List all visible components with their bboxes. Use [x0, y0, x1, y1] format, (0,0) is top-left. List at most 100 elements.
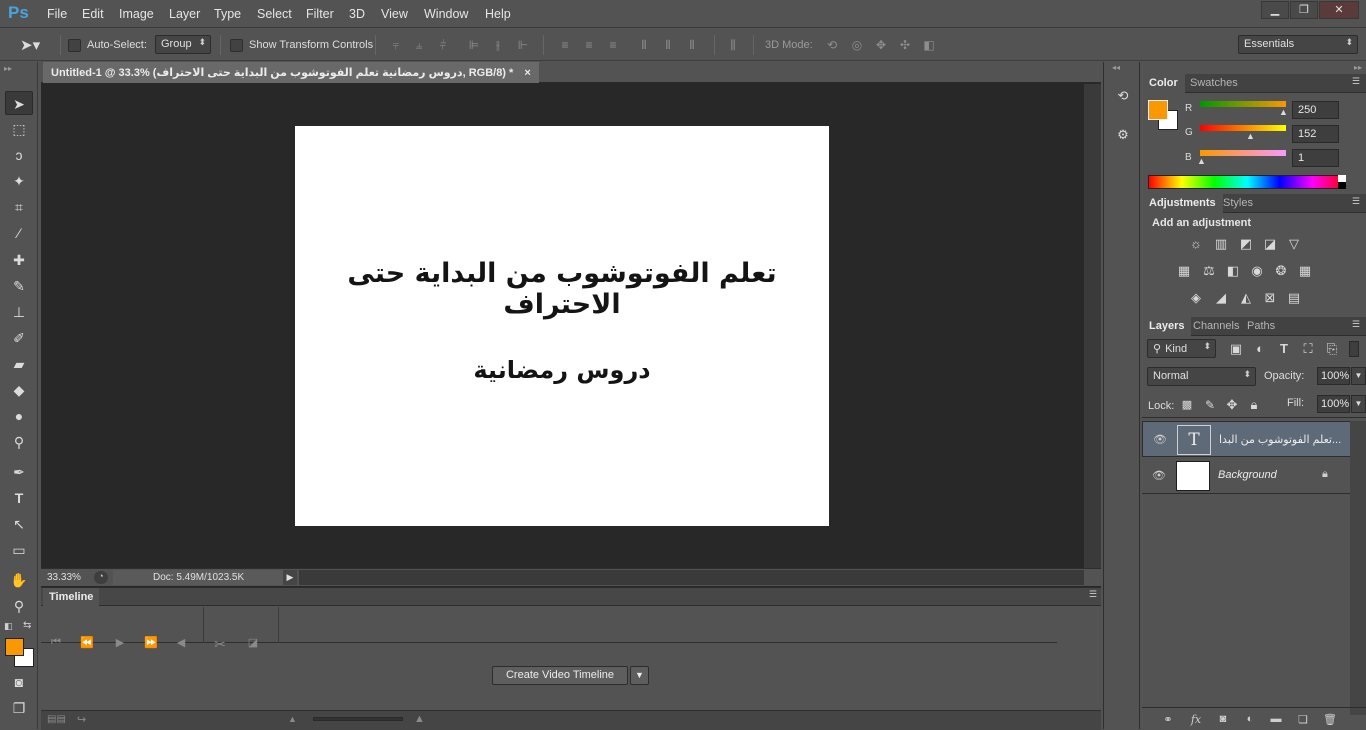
b-value-field[interactable]: 1	[1292, 149, 1339, 167]
new-group-icon[interactable]: ▬	[1268, 713, 1284, 727]
g-channel-slider[interactable]	[1200, 125, 1286, 131]
menu-3d[interactable]: 3D	[349, 7, 365, 21]
align-horizontal-center-icon[interactable]: ⫲	[491, 38, 505, 52]
auto-select-checkbox[interactable]	[68, 39, 81, 52]
dodge-tool-icon[interactable]: ⚲	[5, 430, 33, 454]
history-brush-tool-icon[interactable]: ✐	[5, 326, 33, 350]
toolbar-collapse-icon[interactable]: ▸▸	[4, 64, 34, 73]
3d-roll-icon[interactable]: ◎	[850, 38, 864, 52]
layer-row-text[interactable]: 👁︎ T تعلم الفوتوشوب من البدا...	[1142, 421, 1352, 457]
panel-menu-icon[interactable]: ☰	[1089, 589, 1097, 600]
distribute-bottom-icon[interactable]: ≡	[606, 38, 620, 52]
workspace-dropdown[interactable]: Essentials ⬍	[1238, 35, 1358, 54]
menu-edit[interactable]: Edit	[82, 7, 104, 21]
play-icon[interactable]: ▶	[111, 636, 129, 652]
align-right-icon[interactable]: ⊩	[516, 38, 530, 52]
tab-paths[interactable]: Paths	[1240, 317, 1282, 336]
properties-panel-icon[interactable]: ⚙	[1113, 127, 1133, 147]
gradient-map-icon[interactable]: ▤	[1286, 290, 1302, 306]
filter-toggle-switch[interactable]	[1349, 341, 1359, 357]
crop-tool-icon[interactable]: ⌗	[5, 195, 33, 219]
move-tool-icon[interactable]: ➤	[5, 91, 33, 115]
frame-animation-icon[interactable]: ▤▤	[47, 714, 66, 725]
align-bottom-icon[interactable]: ⫩	[436, 38, 450, 52]
hand-tool-icon[interactable]: ✋	[5, 568, 33, 592]
link-layers-icon[interactable]: ⚭	[1160, 713, 1176, 727]
layer-mask-icon[interactable]: ◙	[1215, 713, 1231, 727]
clone-stamp-tool-icon[interactable]: ⊥	[5, 300, 33, 324]
default-colors-icon[interactable]: ◧	[4, 621, 13, 632]
screen-mode-icon[interactable]: ❐	[5, 696, 33, 720]
g-value-field[interactable]: 152	[1292, 125, 1339, 143]
go-to-first-frame-icon[interactable]: ⏮	[47, 636, 65, 652]
eyedropper-tool-icon[interactable]: ⁄	[5, 221, 33, 245]
channel-mixer-icon[interactable]: ❂	[1273, 263, 1289, 279]
lock-all-icon[interactable]: 🔒︎	[1246, 397, 1262, 413]
delete-layer-icon[interactable]: 🗑︎	[1322, 713, 1338, 727]
restore-button[interactable]: ❐	[1290, 1, 1318, 19]
blur-tool-icon[interactable]: ●	[5, 404, 33, 428]
lock-position-icon[interactable]: ✥	[1224, 397, 1240, 413]
expand-panels-icon[interactable]: ◂◂	[1112, 63, 1120, 72]
align-left-icon[interactable]: ⊫	[467, 38, 481, 52]
vibrance-icon[interactable]: ▽	[1286, 236, 1302, 252]
zoom-out-timeline-icon[interactable]: ▲	[288, 714, 297, 724]
horizontal-scrollbar[interactable]	[299, 570, 1084, 585]
auto-select-dropdown[interactable]: Group ⬍	[155, 35, 211, 54]
panel-menu-icon[interactable]: ☰	[1352, 76, 1360, 87]
tab-swatches[interactable]: Swatches	[1183, 74, 1245, 93]
exposure-icon[interactable]: ◪	[1262, 236, 1278, 252]
3d-rotate-icon[interactable]: ⟲	[825, 38, 839, 52]
shape-tool-icon[interactable]: ▭	[5, 538, 33, 562]
menu-file[interactable]: File	[47, 7, 67, 21]
auto-align-icon[interactable]: ⫼	[726, 38, 740, 52]
menu-layer[interactable]: Layer	[169, 7, 200, 21]
curves-icon[interactable]: ◩	[1238, 236, 1254, 252]
filter-adjustment-layer-icon[interactable]: ◐	[1252, 341, 1268, 357]
vertical-scrollbar[interactable]	[1084, 84, 1101, 569]
history-panel-icon[interactable]: ⟲	[1113, 88, 1133, 108]
layer-style-icon[interactable]: fx	[1188, 713, 1204, 727]
zoom-tool-icon[interactable]: ⚲	[5, 594, 33, 618]
threshold-icon[interactable]: ◭	[1238, 290, 1254, 306]
zoom-in-timeline-icon[interactable]: ▲	[414, 713, 425, 725]
tab-color[interactable]: Color	[1142, 74, 1185, 93]
layer-row-background[interactable]: 👁︎ Background 🔒︎	[1142, 458, 1352, 494]
color-spectrum-ramp[interactable]	[1148, 175, 1346, 189]
filter-pixel-layer-icon[interactable]: ▣	[1228, 341, 1244, 357]
status-menu-icon[interactable]: ◔	[94, 571, 108, 584]
magic-wand-tool-icon[interactable]: ✦	[5, 169, 33, 193]
next-frame-icon[interactable]: ⏩	[142, 636, 160, 652]
eraser-tool-icon[interactable]: ▰	[5, 352, 33, 376]
layer-filter-dropdown[interactable]: ⚲ Kind ⬍	[1147, 339, 1216, 358]
timeline-zoom-slider[interactable]	[313, 717, 403, 721]
pen-tool-icon[interactable]: ✒	[5, 460, 33, 484]
render-video-icon[interactable]: ↪	[77, 713, 86, 726]
levels-icon[interactable]: ▥	[1213, 236, 1229, 252]
color-lookup-icon[interactable]: ▦	[1297, 263, 1313, 279]
fill-dropdown-icon[interactable]: ▼	[1351, 395, 1366, 413]
path-selection-tool-icon[interactable]: ↖	[5, 512, 33, 536]
invert-icon[interactable]: ◈	[1188, 290, 1204, 306]
type-tool-icon[interactable]: T	[5, 486, 33, 510]
menu-select[interactable]: Select	[257, 7, 292, 21]
transition-icon[interactable]: ◪	[244, 636, 262, 652]
distribute-left-icon[interactable]: ⦀	[637, 38, 651, 52]
distribute-hcenter-icon[interactable]: ⦀	[661, 38, 675, 52]
brightness-contrast-icon[interactable]: ☼	[1188, 236, 1204, 252]
distribute-vcenter-icon[interactable]: ≡	[582, 38, 596, 52]
photo-filter-icon[interactable]: ◉	[1249, 263, 1265, 279]
move-tool-preset-icon[interactable]: ➤▾	[20, 36, 40, 54]
hue-saturation-icon[interactable]: ▦	[1176, 263, 1192, 279]
document-tab-close-icon[interactable]: ×	[524, 67, 530, 79]
panel-menu-icon[interactable]: ☰	[1352, 196, 1360, 207]
3d-slide-icon[interactable]: ✣	[898, 38, 912, 52]
r-slider-thumb-icon[interactable]: ▲	[1279, 107, 1288, 117]
status-expand-icon[interactable]: ▶	[283, 570, 297, 585]
close-button[interactable]: ✕	[1319, 1, 1359, 19]
paint-bucket-tool-icon[interactable]: ◆	[5, 378, 33, 402]
tab-styles[interactable]: Styles	[1216, 194, 1260, 213]
b-slider-thumb-icon[interactable]: ▲	[1197, 156, 1206, 166]
filter-type-layer-icon[interactable]: T	[1276, 341, 1292, 357]
tab-adjustments[interactable]: Adjustments	[1142, 194, 1223, 213]
